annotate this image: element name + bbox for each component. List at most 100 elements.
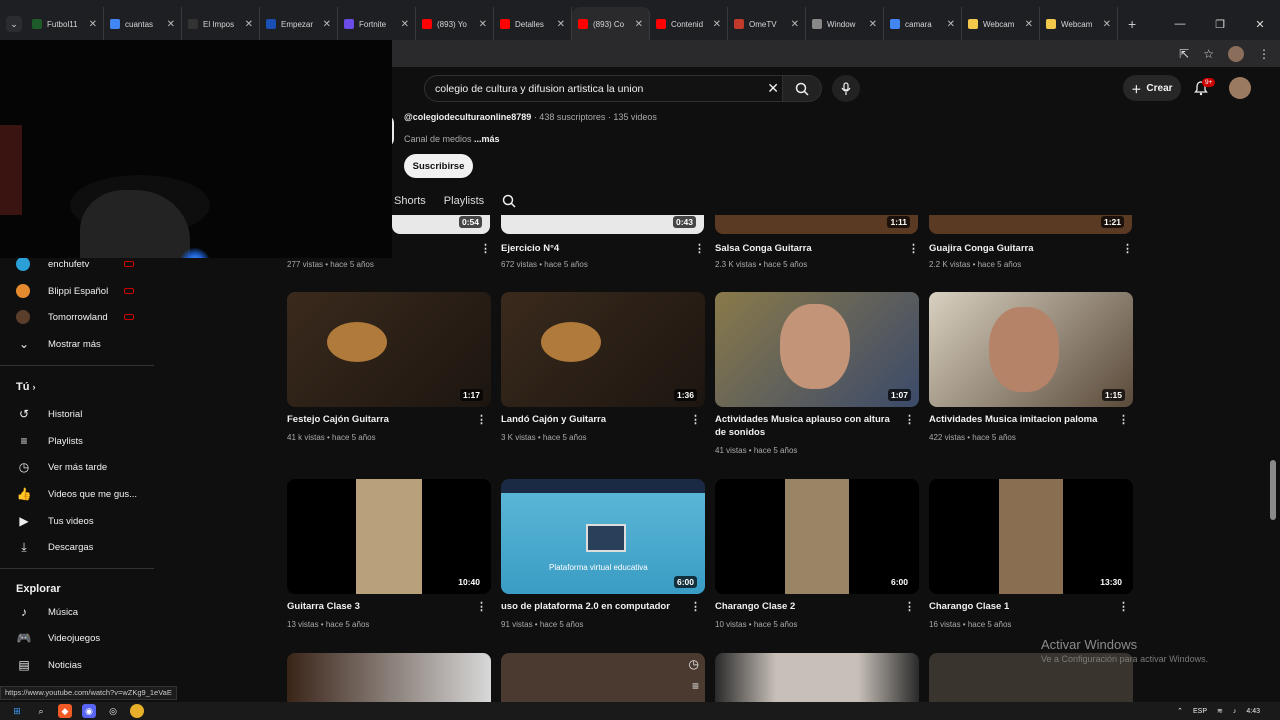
browser-tab[interactable]: (893) Co ✕ bbox=[572, 7, 650, 41]
video-thumbnail[interactable]: 13:30 bbox=[929, 479, 1133, 594]
install-app-icon[interactable]: ⇱ bbox=[1179, 47, 1189, 61]
video-card[interactable]: 13:30 Charango Clase 1 ⋮ 16 vistas • hac… bbox=[929, 479, 1133, 629]
page-scrollbar[interactable] bbox=[1270, 460, 1276, 520]
clear-search-icon[interactable]: ✕ bbox=[767, 80, 779, 97]
close-tab-icon[interactable]: ✕ bbox=[1025, 19, 1033, 30]
browser-tab[interactable]: Contenid ✕ bbox=[650, 7, 728, 41]
sidebar-item-liked[interactable]: 👍 Videos que me gus... bbox=[16, 484, 138, 504]
close-tab-icon[interactable]: ✕ bbox=[557, 19, 565, 30]
browser-tab[interactable]: Empezar ✕ bbox=[260, 7, 338, 41]
video-title[interactable]: Charango Clase 1 bbox=[929, 600, 1107, 613]
video-title[interactable]: Actividades Musica aplauso con altura de… bbox=[715, 413, 893, 439]
tab-shorts[interactable]: Shorts bbox=[394, 195, 426, 207]
video-menu-icon[interactable]: ⋮ bbox=[690, 413, 701, 426]
close-tab-icon[interactable]: ✕ bbox=[947, 19, 955, 30]
browser-tab[interactable]: Fortnite ✕ bbox=[338, 7, 416, 41]
add-to-queue-icon[interactable]: ≡ bbox=[692, 679, 699, 693]
channel-handle[interactable]: @colegiodeculturaonline8789 bbox=[404, 112, 531, 122]
video-menu-icon[interactable]: ⋮ bbox=[476, 413, 487, 426]
video-thumbnail[interactable]: 1:36 bbox=[501, 292, 705, 407]
new-tab-button[interactable]: + bbox=[1128, 16, 1136, 32]
video-thumbnail[interactable]: ◷ ≡ bbox=[501, 653, 705, 702]
video-card[interactable]: 6:00 Charango Clase 2 ⋮ 10 vistas • hace… bbox=[715, 479, 919, 629]
video-menu-icon[interactable]: ⋮ bbox=[1118, 413, 1129, 426]
close-tab-icon[interactable]: ✕ bbox=[245, 19, 253, 30]
sidebar-item-playlists[interactable]: ≡ Playlists bbox=[16, 431, 82, 451]
video-title[interactable]: Festejo Cajón Guitarra bbox=[287, 413, 465, 426]
sidebar-item-news[interactable]: ▤ Noticias bbox=[16, 655, 81, 675]
video-thumbnail[interactable] bbox=[715, 653, 919, 702]
video-menu-icon[interactable]: ⋮ bbox=[904, 413, 915, 426]
video-thumbnail[interactable] bbox=[287, 653, 491, 702]
discord-icon[interactable]: ◉ bbox=[82, 704, 96, 718]
minimize-icon[interactable]: — bbox=[1160, 18, 1200, 30]
wifi-icon[interactable]: ≋ bbox=[1217, 707, 1223, 715]
video-thumbnail[interactable]: 0:43 bbox=[501, 215, 704, 234]
search-icon[interactable]: ⌕ bbox=[34, 704, 48, 718]
browser-tab[interactable]: Detalles ✕ bbox=[494, 7, 572, 41]
sidebar-sub-blippi[interactable]: Blippi Español bbox=[16, 281, 108, 301]
browser-tab[interactable]: Webcam ✕ bbox=[962, 7, 1040, 41]
browser-tab[interactable]: Futbol11 ✕ bbox=[26, 7, 104, 41]
windows-start-icon[interactable]: ⊞ bbox=[10, 704, 24, 718]
app-icon[interactable]: ◎ bbox=[106, 704, 120, 718]
sidebar-heading-you[interactable]: Tú › bbox=[16, 381, 36, 393]
video-card[interactable]: 1:17 Festejo Cajón Guitarra ⋮ 41 k vista… bbox=[287, 292, 491, 442]
volume-icon[interactable]: ♪ bbox=[1233, 708, 1237, 715]
tab-search-dropdown[interactable]: ⌄ bbox=[6, 16, 22, 32]
sidebar-show-more[interactable]: ⌄ Mostrar más bbox=[16, 334, 101, 354]
sidebar-item-your-videos[interactable]: ▶ Tus videos bbox=[16, 511, 93, 531]
close-window-icon[interactable]: ✕ bbox=[1240, 18, 1280, 31]
clock-time[interactable]: 4:43 bbox=[1246, 708, 1260, 715]
browser-tab[interactable]: cuantas ✕ bbox=[104, 7, 182, 41]
browser-tab[interactable]: (893) Yo ✕ bbox=[416, 7, 494, 41]
chevron-up-icon[interactable]: ⌃ bbox=[1177, 707, 1183, 715]
video-thumbnail[interactable]: Plataforma virtual educativa 6:00 bbox=[501, 479, 705, 594]
video-thumbnail[interactable]: 1:11 bbox=[715, 215, 918, 234]
browser-tab[interactable]: Window ✕ bbox=[806, 7, 884, 41]
video-title[interactable]: Guitarra Clase 3 bbox=[287, 600, 465, 613]
close-tab-icon[interactable]: ✕ bbox=[167, 19, 175, 30]
browser-tab[interactable]: OmeTV ✕ bbox=[728, 7, 806, 41]
sidebar-item-watch-later[interactable]: ◷ Ver más tarde bbox=[16, 457, 107, 477]
video-title[interactable]: uso de plataforma 2.0 en computador bbox=[501, 600, 679, 613]
video-menu-icon[interactable]: ⋮ bbox=[904, 600, 915, 613]
browser-tab[interactable]: El Impos ✕ bbox=[182, 7, 260, 41]
maximize-icon[interactable]: ❐ bbox=[1200, 18, 1240, 31]
video-thumbnail[interactable]: 1:15 bbox=[929, 292, 1133, 407]
video-menu-icon[interactable]: ⋮ bbox=[1118, 600, 1129, 613]
brave-browser-icon[interactable]: ◆ bbox=[58, 704, 72, 718]
video-title[interactable]: Actividades Musica imitacion paloma bbox=[929, 413, 1107, 426]
close-tab-icon[interactable]: ✕ bbox=[713, 19, 721, 30]
video-card[interactable]: 1:07 Actividades Musica aplauso con altu… bbox=[715, 292, 919, 455]
tab-playlists[interactable]: Playlists bbox=[444, 195, 484, 207]
watch-later-icon[interactable]: ◷ bbox=[689, 657, 699, 671]
lang-indicator[interactable]: ESP bbox=[1193, 708, 1207, 715]
video-menu-icon[interactable]: ⋮ bbox=[1122, 242, 1276, 255]
bookmark-star-icon[interactable]: ☆ bbox=[1203, 47, 1214, 61]
browser-tab[interactable]: Webcam ✕ bbox=[1040, 7, 1118, 41]
close-tab-icon[interactable]: ✕ bbox=[869, 19, 877, 30]
close-tab-icon[interactable]: ✕ bbox=[323, 19, 331, 30]
create-button[interactable]: ＋ Crear bbox=[1123, 75, 1181, 101]
video-title[interactable]: Landó Cajón y Guitarra bbox=[501, 413, 679, 426]
sidebar-item-gaming[interactable]: 🎮 Videojuegos bbox=[16, 628, 101, 648]
video-title[interactable]: Charango Clase 2 bbox=[715, 600, 893, 613]
browser-menu-icon[interactable]: ⋮ bbox=[1258, 47, 1270, 61]
video-thumbnail[interactable]: 6:00 bbox=[715, 479, 919, 594]
video-thumbnail[interactable]: 1:21 bbox=[929, 215, 1132, 234]
subscribe-button[interactable]: Suscribirse bbox=[404, 154, 473, 178]
channel-search-icon[interactable] bbox=[502, 194, 516, 208]
close-tab-icon[interactable]: ✕ bbox=[401, 19, 409, 30]
video-card[interactable]: 1:36 Landó Cajón y Guitarra ⋮ 3 K vistas… bbox=[501, 292, 705, 442]
sidebar-item-historial[interactable]: ↺ Historial bbox=[16, 404, 82, 424]
video-menu-icon[interactable]: ⋮ bbox=[476, 600, 487, 613]
video-thumbnail[interactable]: 1:07 bbox=[715, 292, 919, 407]
browser-tab[interactable]: camara ✕ bbox=[884, 7, 962, 41]
account-avatar[interactable] bbox=[1229, 77, 1251, 99]
video-card[interactable]: Plataforma virtual educativa 6:00 uso de… bbox=[501, 479, 705, 629]
video-menu-icon[interactable]: ⋮ bbox=[690, 600, 701, 613]
close-tab-icon[interactable]: ✕ bbox=[635, 19, 643, 30]
chrome-icon[interactable] bbox=[130, 704, 144, 718]
voice-search-button[interactable] bbox=[832, 75, 860, 102]
